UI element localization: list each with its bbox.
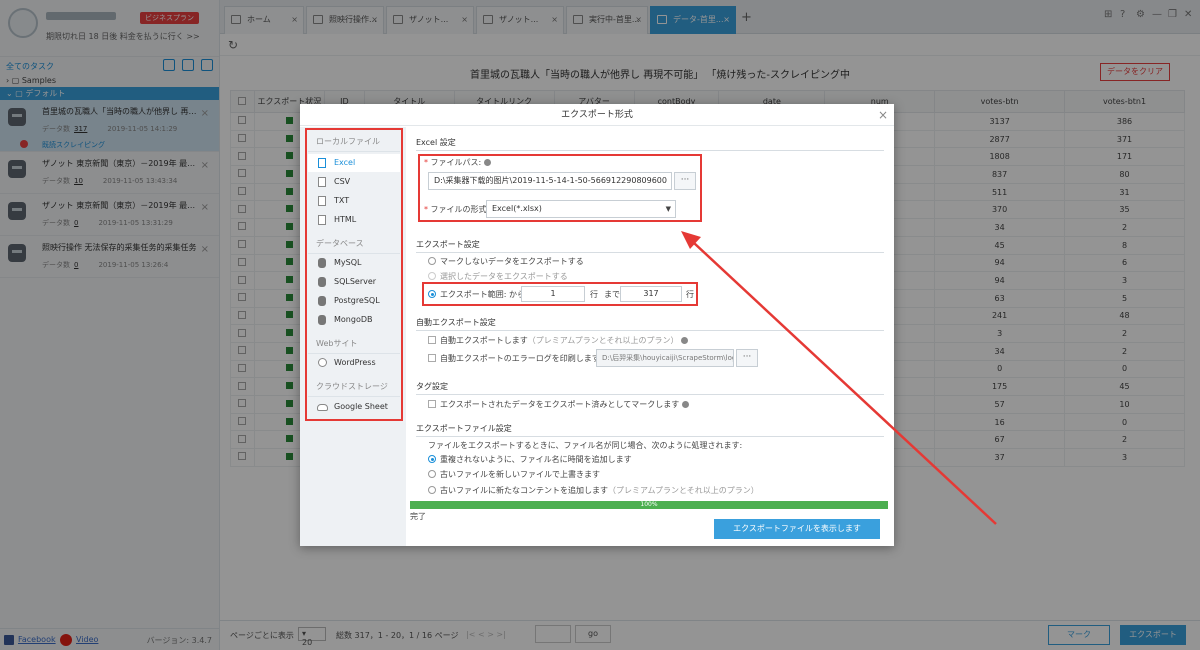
annotation-arrow [681,231,997,525]
